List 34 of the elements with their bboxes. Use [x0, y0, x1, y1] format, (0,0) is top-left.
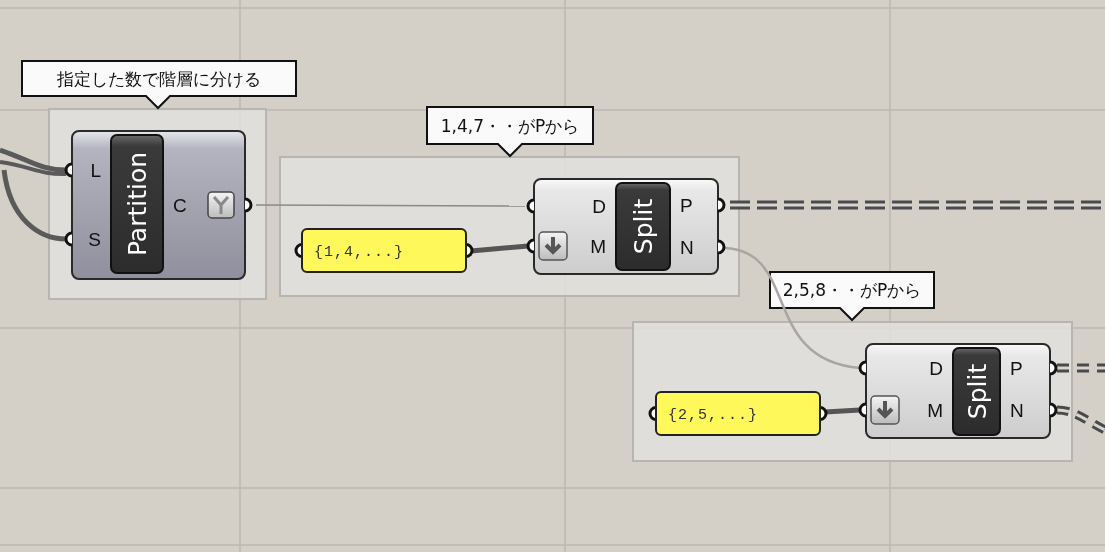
panel-text: {1,4,...}	[314, 243, 404, 261]
component-title: Partition	[123, 151, 152, 257]
input-grip[interactable]	[526, 198, 536, 214]
input-grip[interactable]	[64, 162, 74, 178]
output-grip[interactable]	[716, 197, 726, 213]
callout-text: 指定した数で階層に分ける	[57, 68, 261, 89]
input-grip[interactable]	[526, 238, 536, 254]
param-label: D	[929, 358, 943, 379]
param-label: S	[88, 229, 101, 250]
panel-text: {2,5,...}	[668, 406, 758, 424]
output-grip[interactable]	[243, 197, 253, 213]
wire	[470, 243, 529, 254]
input-grip[interactable]	[64, 231, 74, 247]
output-grip[interactable]	[1048, 360, 1058, 376]
param-label: D	[592, 196, 606, 217]
input-grip[interactable]	[858, 360, 868, 376]
panel[interactable]	[655, 391, 821, 436]
component-title: Split	[629, 198, 658, 255]
output-grip[interactable]	[1048, 402, 1058, 418]
component-title: Split	[962, 363, 992, 420]
callout-text: 1,4,7・・がPから	[440, 115, 580, 136]
input-grip[interactable]	[858, 402, 868, 418]
output-grip[interactable]	[716, 239, 726, 255]
param-label: N	[680, 237, 694, 258]
param-label: C	[173, 195, 187, 216]
param-label: M	[590, 236, 606, 257]
param-label: L	[90, 160, 101, 181]
param-label: N	[1010, 400, 1024, 421]
panel[interactable]	[301, 228, 467, 273]
param-label: P	[680, 195, 693, 216]
callout-text: 2,5,8・・がPから	[782, 280, 922, 300]
param-label: P	[1010, 358, 1023, 379]
param-label: M	[927, 400, 943, 421]
wire	[824, 407, 861, 415]
